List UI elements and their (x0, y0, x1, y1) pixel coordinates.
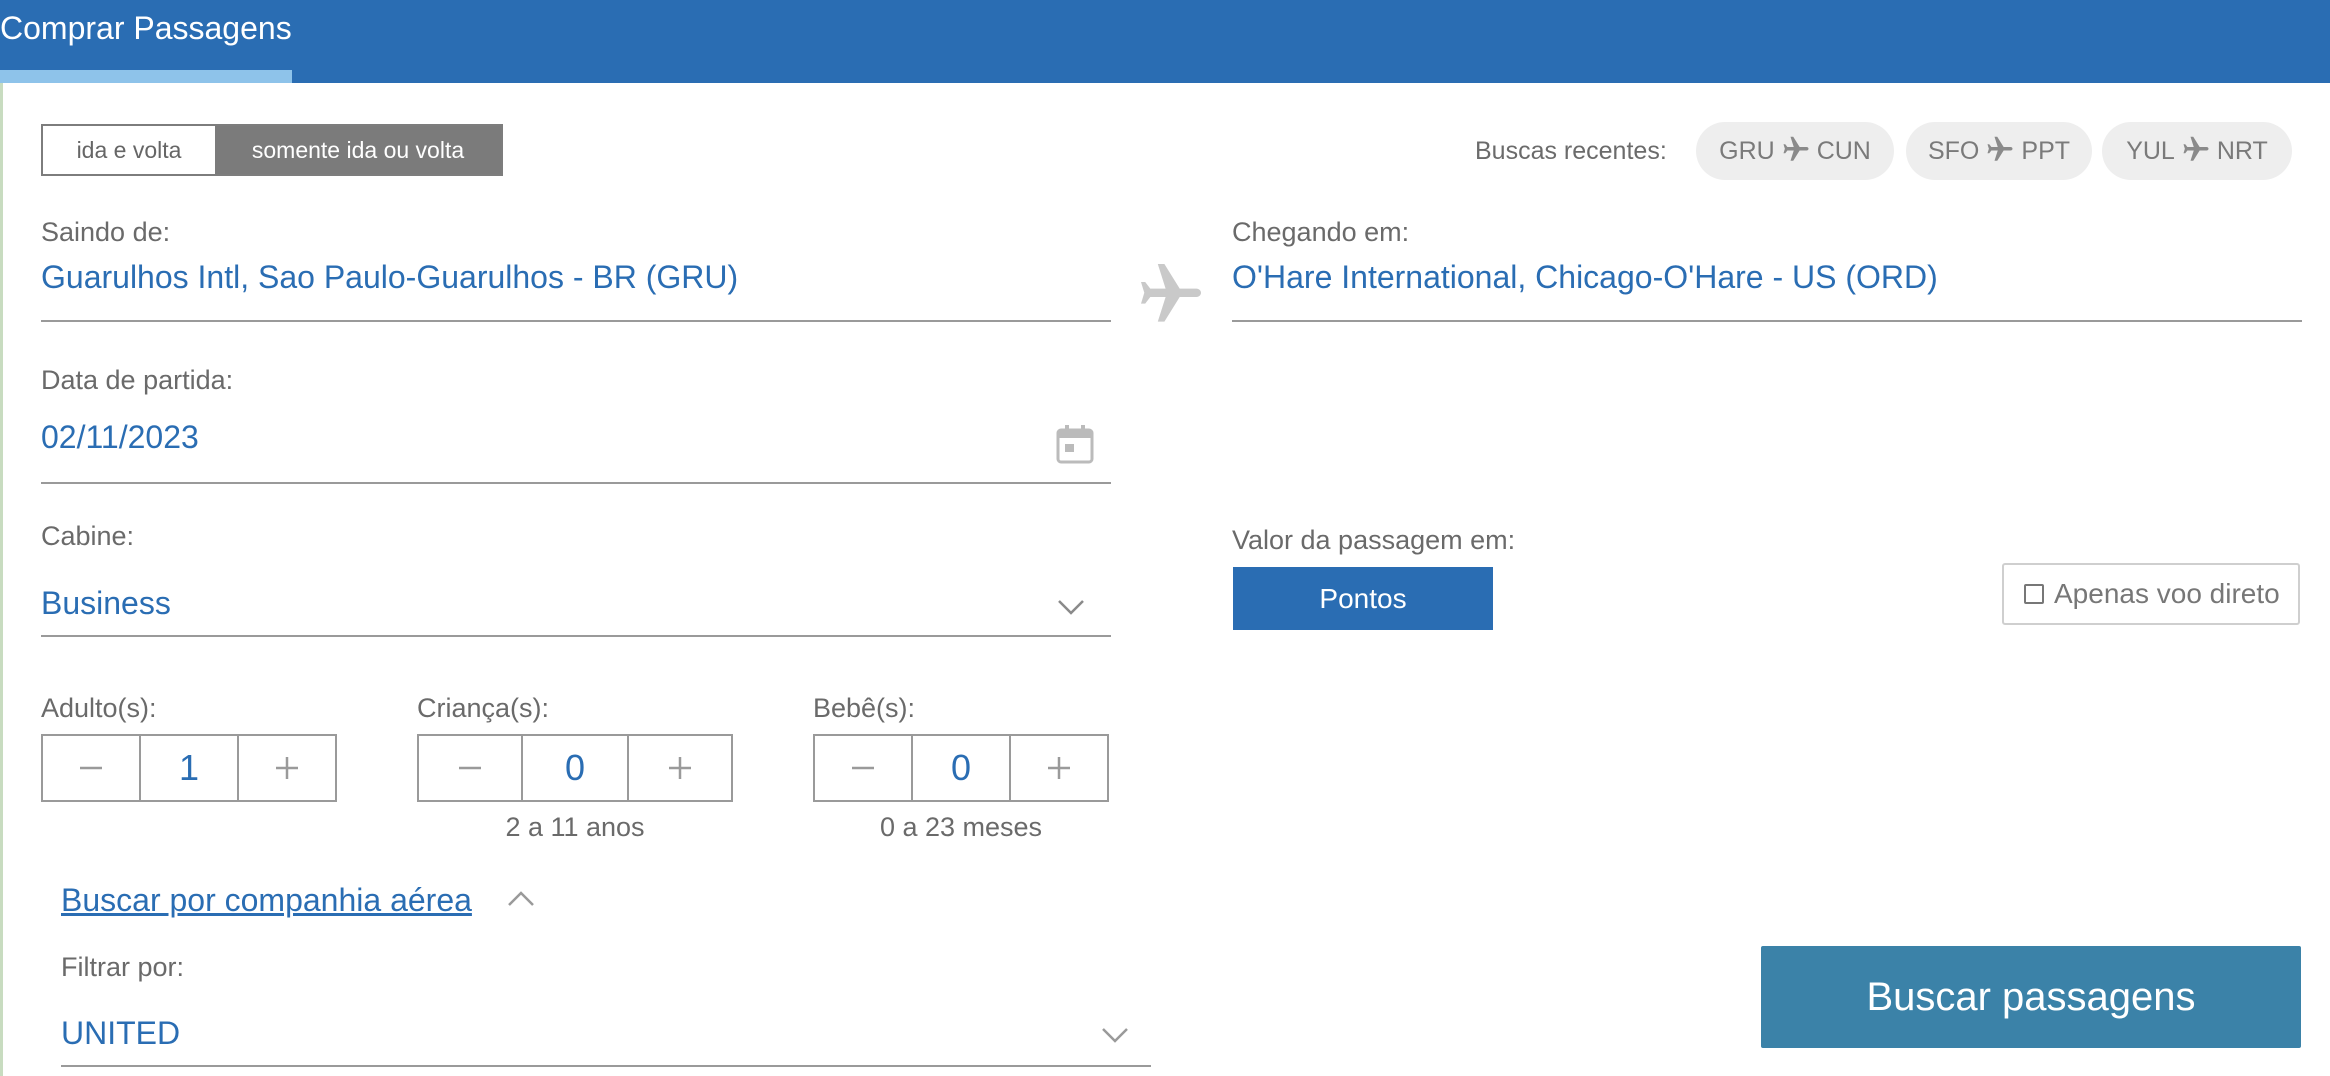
children-count[interactable]: 0 (521, 736, 629, 800)
departure-date-underline (41, 482, 1111, 484)
plane-icon (1781, 133, 1811, 170)
airline-filter-label: Filtrar por: (61, 952, 185, 982)
recent-searches-label: Buscas recentes: (1475, 137, 1667, 165)
minus-icon (80, 766, 102, 770)
children-decrement-button[interactable] (419, 736, 521, 800)
departure-date-input[interactable]: 02/11/2023 (41, 419, 199, 456)
children-stepper: 0 (417, 734, 733, 802)
recent-search-from: YUL (2126, 136, 2175, 165)
destination-input[interactable]: O'Hare International, Chicago-O'Hare - U… (1232, 259, 1938, 296)
round-trip-button[interactable]: ida e volta (43, 126, 215, 174)
airline-filter-select[interactable]: UNITED (61, 1015, 180, 1052)
recent-search-chip[interactable]: GRU CUN (1696, 122, 1894, 180)
one-way-button[interactable]: somente ida ou volta (215, 126, 501, 174)
recent-search-chip[interactable]: SFO PPT (1906, 122, 2092, 180)
recent-search-from: SFO (1927, 136, 1980, 165)
children-label: Criança(s): (417, 693, 550, 723)
page-edge-divider (0, 83, 3, 1076)
origin-input[interactable]: Guarulhos Intl, Sao Paulo-Guarulhos - BR… (41, 259, 738, 296)
chevron-up-icon[interactable] (507, 890, 535, 913)
infants-decrement-button[interactable] (815, 736, 911, 800)
adults-increment-button[interactable] (239, 736, 335, 800)
points-button[interactable]: Pontos (1233, 567, 1493, 630)
chevron-down-icon[interactable] (1101, 1026, 1129, 1049)
adults-stepper: 1 (41, 734, 337, 802)
minus-icon (852, 766, 874, 770)
calendar-icon[interactable] (1055, 423, 1095, 465)
children-age-hint: 2 a 11 anos (505, 812, 645, 842)
direct-flight-label: Apenas voo direto (2054, 578, 2280, 609)
minus-icon (459, 766, 481, 770)
recent-search-to: PPT (2021, 136, 2071, 165)
fare-label: Valor da passagem em: (1232, 525, 1516, 555)
destination-underline (1232, 320, 2302, 322)
infants-stepper: 0 (813, 734, 1109, 802)
adults-label: Adulto(s): (41, 693, 157, 723)
plus-icon (1048, 757, 1070, 779)
active-tab-indicator (0, 70, 292, 83)
cabin-label: Cabine: (41, 521, 135, 551)
checkbox-icon[interactable] (2024, 584, 2044, 604)
cabin-underline (41, 635, 1111, 637)
infants-increment-button[interactable] (1011, 736, 1107, 800)
plus-icon (669, 757, 691, 779)
adults-count[interactable]: 1 (139, 736, 239, 800)
direct-flight-checkbox[interactable]: Apenas voo direto (2002, 563, 2300, 625)
tab-comprar-passagens[interactable]: Comprar Passagens (0, 0, 292, 83)
page-title: Comprar Passagens (0, 10, 292, 46)
cabin-select[interactable]: Business (41, 585, 171, 622)
destination-label: Chegando em: (1232, 217, 1410, 247)
airline-filter-underline (61, 1065, 1151, 1067)
recent-search-chip[interactable]: YUL NRT (2102, 122, 2292, 180)
plane-icon (1985, 133, 2015, 170)
infants-label: Bebê(s): (813, 693, 916, 723)
infants-count[interactable]: 0 (911, 736, 1011, 800)
infants-age-hint: 0 a 23 meses (879, 812, 1043, 842)
chevron-down-icon[interactable] (1057, 598, 1085, 621)
trip-type-toggle: ida e volta somente ida ou volta (41, 124, 503, 176)
top-header: Comprar Passagens (0, 0, 2330, 83)
origin-underline (41, 320, 1111, 322)
recent-search-to: NRT (2216, 136, 2268, 165)
plus-icon (276, 757, 298, 779)
plane-icon (2181, 133, 2211, 170)
airline-search-link[interactable]: Buscar por companhia aérea (61, 882, 472, 919)
search-flights-button[interactable]: Buscar passagens (1761, 946, 2301, 1048)
origin-label: Saindo de: (41, 217, 171, 247)
plane-icon (1135, 255, 1207, 327)
departure-date-label: Data de partida: (41, 365, 234, 395)
recent-search-from: GRU (1719, 136, 1775, 165)
recent-search-to: CUN (1816, 136, 1871, 165)
adults-decrement-button[interactable] (43, 736, 139, 800)
children-increment-button[interactable] (629, 736, 731, 800)
